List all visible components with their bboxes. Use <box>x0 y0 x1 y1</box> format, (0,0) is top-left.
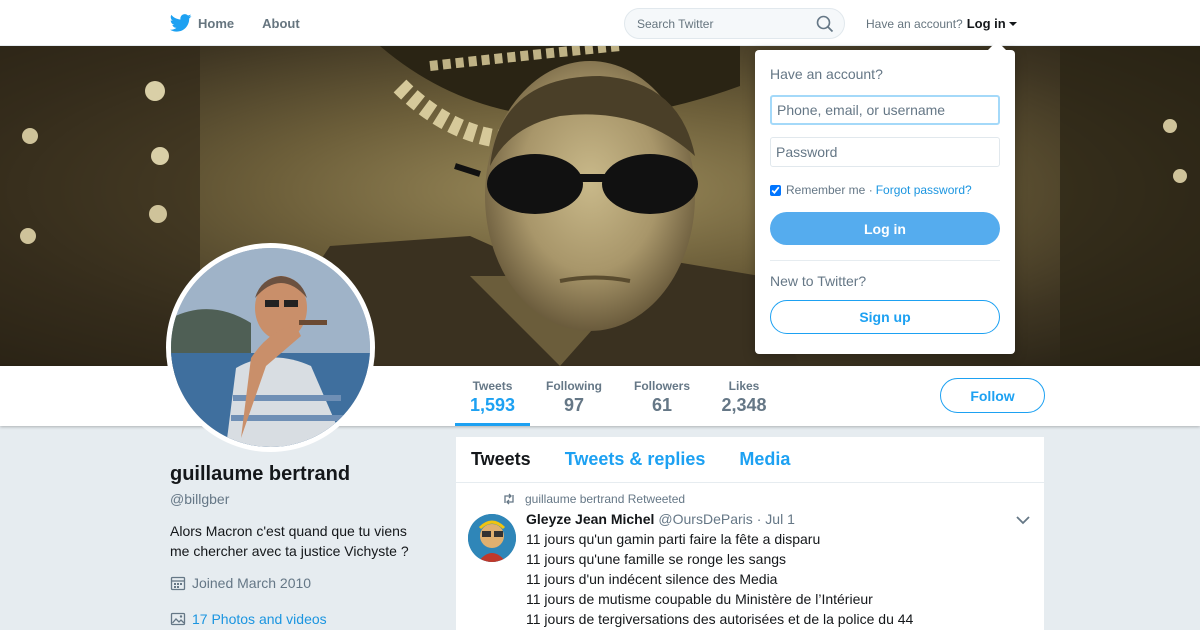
tab-tweets[interactable]: Tweets <box>471 449 531 470</box>
tab-media[interactable]: Media <box>739 449 790 470</box>
remember-checkbox[interactable] <box>770 184 781 196</box>
tweet-avatar-image <box>468 514 516 562</box>
new-to-twitter-text: New to Twitter? <box>770 273 867 289</box>
tweet-author-name[interactable]: Gleyze Jean Michel <box>526 511 654 527</box>
username-field[interactable] <box>770 95 1000 125</box>
search-icon[interactable] <box>816 15 834 33</box>
stat-likes[interactable]: Likes 2,348 <box>714 366 774 426</box>
calendar-icon <box>170 576 186 591</box>
profile-photos-link[interactable]: 17 Photos and videos <box>170 611 327 627</box>
dropdown-divider <box>770 260 1000 261</box>
login-dropdown: Have an account? Remember me · Forgot pa… <box>755 41 1015 354</box>
tweet-text: 11 jours qu'un gamin parti faire la fête… <box>526 529 913 629</box>
tab-tweets-replies[interactable]: Tweets & replies <box>565 449 706 470</box>
timeline: Tweets Tweets & replies Media guillaume … <box>456 437 1044 630</box>
tweet-author-avatar[interactable] <box>468 514 516 562</box>
stat-following-value: 97 <box>563 395 585 415</box>
stat-followers-label: Followers <box>633 379 690 393</box>
caret-down-icon <box>1008 21 1017 26</box>
remember-label: Remember me · <box>786 183 873 197</box>
stat-following[interactable]: Following 97 <box>540 366 608 426</box>
tweet-line: 11 jours d'un indécent silence des Media <box>526 571 778 587</box>
top-nav-bar: Home About Have an account? Log in <box>0 0 1200 46</box>
have-account-text: Have an account? <box>866 16 963 31</box>
stat-likes-value: 2,348 <box>721 395 767 415</box>
tweet-line: 11 jours de tergiversations des autorisé… <box>526 611 914 627</box>
stat-likes-label: Likes <box>728 379 760 393</box>
forgot-password-link[interactable]: Forgot password? <box>876 183 972 197</box>
tweet-line: 11 jours qu'un gamin parti faire la fête… <box>526 531 821 547</box>
login-link[interactable]: Log in <box>967 16 1006 31</box>
stat-followers-value: 61 <box>651 395 673 415</box>
nav-home[interactable]: Home <box>170 14 234 32</box>
password-field[interactable] <box>770 137 1000 167</box>
nav-left: Home About <box>170 0 328 46</box>
tweet-line: 11 jours de mutisme coupable du Ministèr… <box>526 591 873 607</box>
stat-tweets-value: 1,593 <box>469 395 516 415</box>
login-menu[interactable]: Have an account? Log in <box>866 16 1017 31</box>
tweet-header: Gleyze Jean Michel @OursDeParis · Jul 1 <box>526 511 795 527</box>
stat-followers[interactable]: Followers 61 <box>628 366 696 426</box>
timeline-tabs: Tweets Tweets & replies Media <box>456 437 1044 483</box>
retweet-context: guillaume bertrand Retweeted <box>502 492 685 506</box>
follow-button[interactable]: Follow <box>940 378 1045 413</box>
stat-tweets[interactable]: Tweets 1,593 <box>455 366 530 426</box>
profile-photos-text[interactable]: 17 Photos and videos <box>192 611 327 627</box>
retweet-context-text[interactable]: guillaume bertrand Retweeted <box>525 492 685 506</box>
profile-bio: Alors Macron c'est quand que tu viens me… <box>170 523 409 559</box>
search-input[interactable] <box>637 15 817 33</box>
signup-button[interactable]: Sign up <box>770 300 1000 334</box>
profile-joined-text: Joined March 2010 <box>192 575 312 591</box>
profile-joined: Joined March 2010 <box>170 575 311 591</box>
tweet-line: 11 jours qu'une famille se ronge les san… <box>526 551 787 567</box>
nav-home-label: Home <box>198 15 235 31</box>
avatar-image <box>171 248 370 447</box>
login-button[interactable]: Log in <box>770 212 1000 245</box>
nav-about-label: About <box>262 15 300 31</box>
profile-avatar[interactable] <box>166 243 375 452</box>
tweet-author-handle[interactable]: @OursDeParis <box>658 511 752 527</box>
stat-tweets-label: Tweets <box>472 379 513 393</box>
stat-following-label: Following <box>546 379 602 393</box>
twitter-bird-icon <box>170 14 192 32</box>
nav-about[interactable]: About <box>262 16 300 31</box>
remember-row: Remember me · Forgot password? <box>770 183 972 197</box>
photo-icon <box>170 612 186 626</box>
search-box <box>624 8 845 39</box>
profile-handle[interactable]: @billgber <box>170 491 229 507</box>
tweet-date[interactable]: · Jul 1 <box>757 511 795 527</box>
profile-name[interactable]: guillaume bertrand <box>170 463 350 486</box>
dropdown-title: Have an account? <box>770 66 883 82</box>
retweet-icon <box>504 493 514 505</box>
chevron-down-icon[interactable] <box>1016 515 1030 525</box>
